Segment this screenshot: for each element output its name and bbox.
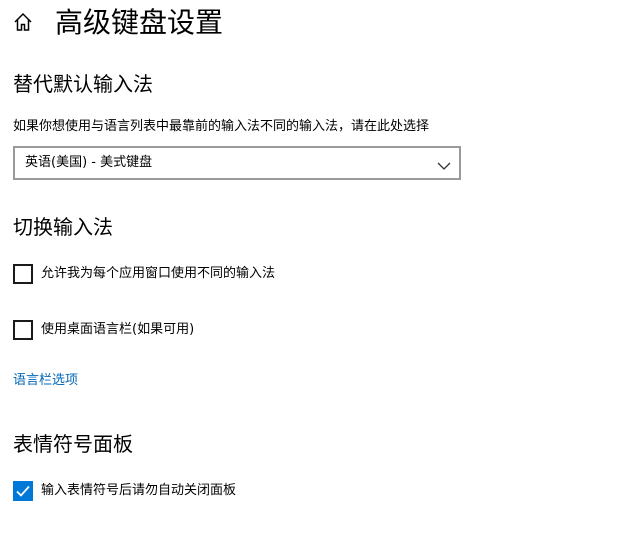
default-input-heading: 替代默认输入法 (13, 72, 153, 96)
emoji-panel-heading: 表情符号面板 (13, 432, 133, 456)
desktop-language-bar-checkbox[interactable] (13, 320, 33, 340)
per-window-input-label: 允许我为每个应用窗口使用不同的输入法 (41, 266, 276, 281)
desktop-language-bar-label: 使用桌面语言栏(如果可用) (41, 322, 195, 337)
default-input-dropdown[interactable]: 英语(美国) - 美式键盘 (13, 146, 461, 180)
switch-input-heading: 切换输入法 (13, 215, 113, 239)
emoji-auto-close-label: 输入表情符号后请勿自动关闭面板 (41, 483, 237, 498)
emoji-auto-close-checkbox[interactable] (13, 481, 33, 501)
chevron-down-icon (437, 157, 451, 170)
default-input-description: 如果你想使用与语言列表中最靠前的输入法不同的输入法，请在此处选择 (13, 119, 430, 134)
home-icon[interactable] (12, 11, 34, 33)
dropdown-selected-value: 英语(美国) - 美式键盘 (25, 155, 153, 170)
checkmark-icon (16, 485, 30, 497)
language-bar-options-link[interactable]: 语言栏选项 (13, 371, 78, 391)
page-title: 高级键盘设置 (55, 6, 224, 39)
per-window-input-checkbox[interactable] (13, 264, 33, 284)
